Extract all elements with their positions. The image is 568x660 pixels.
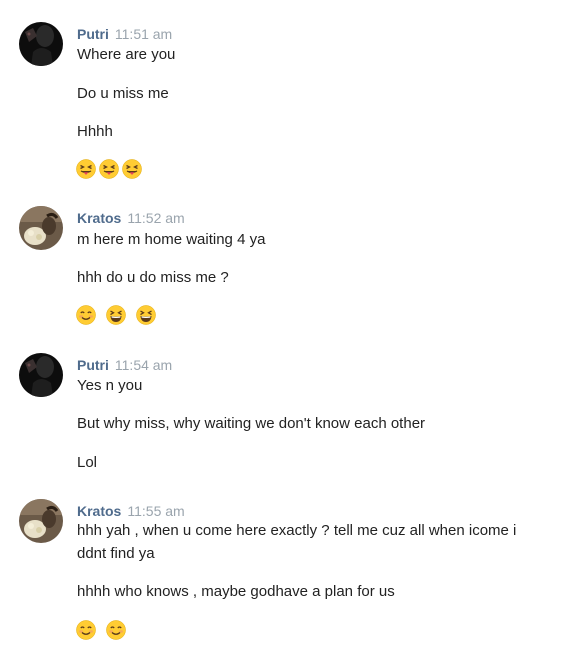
smiling-blush-emoji bbox=[76, 620, 96, 640]
message-text: But why miss, why waiting we don't know … bbox=[77, 415, 426, 432]
message-text: hhh yah , when u come here exactly ? tel… bbox=[77, 522, 517, 539]
squinting-tongue-emoji bbox=[99, 159, 119, 179]
message-text: Yes n you bbox=[77, 377, 143, 394]
message-text: Lol bbox=[77, 454, 98, 471]
emoji-row bbox=[76, 159, 142, 181]
message-header: Putri 11:51 am bbox=[77, 24, 172, 44]
sender-name[interactable]: Kratos bbox=[77, 210, 121, 226]
timestamp: 11:55 am bbox=[127, 503, 185, 519]
message-header: Putri 11:54 am bbox=[77, 355, 172, 375]
timestamp: 11:51 am bbox=[114, 26, 173, 42]
sender-name[interactable]: Putri bbox=[77, 357, 109, 373]
timestamp: 11:54 am bbox=[114, 357, 173, 373]
message-text: Do u miss me bbox=[77, 85, 169, 102]
message-text: m here m home waiting 4 ya bbox=[77, 231, 266, 248]
message-text: hhhh who knows , maybe godhave a plan fo… bbox=[77, 583, 395, 600]
message-text: hhh do u do miss me ? bbox=[77, 269, 229, 286]
message-text: Where are you bbox=[77, 46, 176, 63]
avatar-kratos[interactable] bbox=[19, 206, 63, 250]
avatar-putri[interactable] bbox=[19, 353, 63, 397]
squinting-tongue-emoji bbox=[76, 159, 96, 179]
emoji-row bbox=[76, 305, 156, 327]
laughing-squint-emoji bbox=[136, 305, 156, 325]
squinting-tongue-emoji bbox=[122, 159, 142, 179]
message-text: ddnt find ya bbox=[77, 545, 155, 562]
message-header: Kratos 11:55 am bbox=[77, 501, 185, 521]
message-header: Kratos 11:52 am bbox=[77, 208, 185, 228]
emoji-row bbox=[76, 620, 126, 642]
avatar-kratos[interactable] bbox=[19, 499, 63, 543]
sender-name[interactable]: Kratos bbox=[77, 503, 121, 519]
smiling-blush-emoji bbox=[76, 305, 96, 325]
message-text: Hhhh bbox=[77, 123, 113, 140]
smiling-blush-emoji bbox=[106, 620, 126, 640]
timestamp: 11:52 am bbox=[127, 210, 185, 226]
avatar-putri[interactable] bbox=[19, 22, 63, 66]
laughing-squint-emoji bbox=[106, 305, 126, 325]
sender-name[interactable]: Putri bbox=[77, 26, 109, 42]
